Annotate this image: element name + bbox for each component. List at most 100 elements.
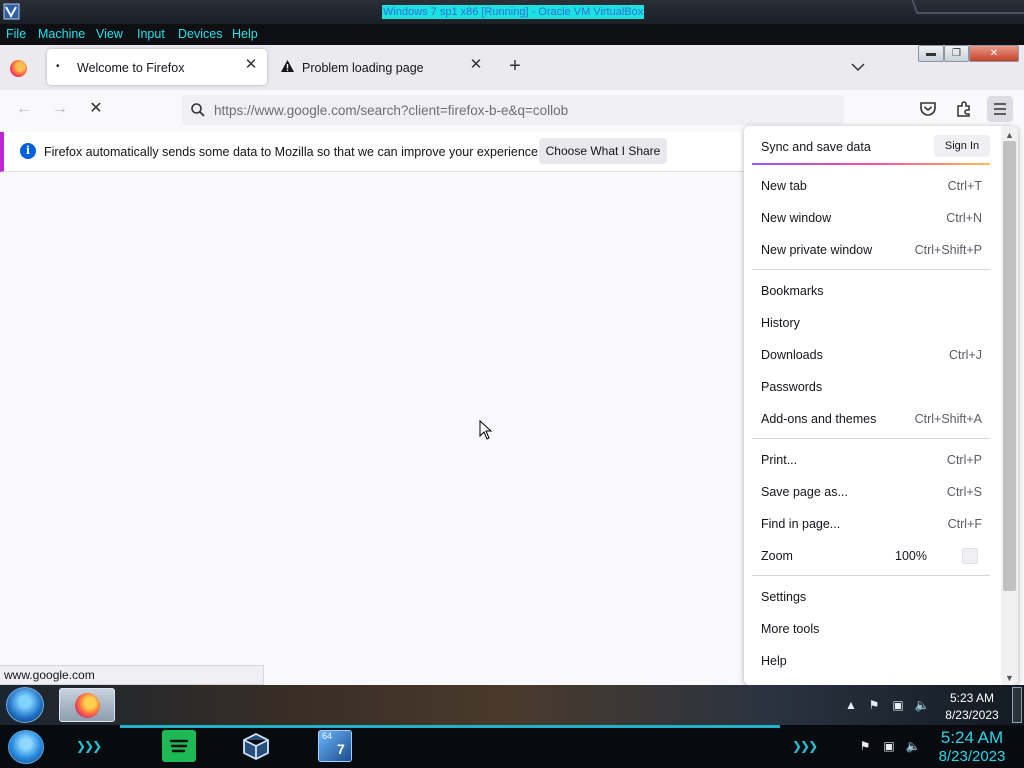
action-center-flag-icon[interactable]: ⚑: [866, 697, 882, 713]
info-icon: i: [20, 143, 36, 159]
forward-arrow-icon[interactable]: →: [49, 98, 71, 120]
menu-item-new-private-window[interactable]: New private window Ctrl+Shift+P: [752, 236, 990, 264]
scroll-down-icon[interactable]: ▼: [1005, 673, 1014, 683]
menu-item-print[interactable]: Print... Ctrl+P: [752, 446, 990, 474]
host-clock-date[interactable]: 8/23/2023: [930, 748, 1014, 765]
volume-icon[interactable]: 🔈: [914, 697, 930, 713]
menu-item-downloads[interactable]: Downloads Ctrl+J: [752, 341, 990, 369]
status-url: www.google.com: [0, 665, 264, 685]
menu-item-shortcut: Ctrl+N: [946, 211, 982, 225]
menu-help[interactable]: Help: [232, 27, 258, 41]
virtualbox-app-button[interactable]: [239, 730, 273, 762]
vm-window-title: Windows 7 sp1 x86 [Running] - Oracle VM …: [382, 5, 645, 19]
menu-input[interactable]: Input: [137, 27, 165, 41]
menu-item-shortcut: Ctrl+T: [947, 179, 982, 193]
menu-item-passwords[interactable]: Passwords: [752, 373, 990, 401]
extensions-puzzle-icon[interactable]: [954, 99, 974, 119]
choose-what-i-share-button[interactable]: Choose What I Share: [539, 138, 667, 164]
menu-item-shortcut: Ctrl+Shift+P: [914, 243, 982, 257]
host-clock-time[interactable]: 5:24 AM: [930, 728, 1014, 748]
scrollbar-thumb[interactable]: [1003, 141, 1016, 591]
chevron-down-icon[interactable]: [850, 59, 866, 75]
decor-chevrons-right-icon: ❯❯❯: [792, 739, 818, 753]
tab-close-icon[interactable]: ✕: [468, 57, 484, 73]
menu-item-history[interactable]: History: [752, 309, 990, 337]
show-hidden-icons-icon[interactable]: ▲: [843, 697, 859, 713]
zoom-value[interactable]: 100%: [895, 549, 927, 563]
menu-item-settings[interactable]: Settings: [752, 583, 990, 611]
minimize-button[interactable]: ▬: [918, 45, 944, 62]
vm-badge-64: 64: [322, 731, 333, 741]
sync-label: Sync and save data: [761, 140, 871, 154]
menu-item-label: Add-ons and themes: [761, 412, 877, 426]
network-icon[interactable]: ▣: [890, 697, 906, 713]
guest-clock-date[interactable]: 8/23/2023: [937, 708, 1007, 722]
hamburger-menu-icon: [994, 103, 1006, 115]
sync-row: Sync and save data Sign In: [752, 132, 990, 160]
windows-start-button[interactable]: [6, 687, 44, 723]
warning-icon: [281, 60, 294, 72]
host-taskbar: ❯❯❯ 64 7 ❯❯❯ ⚑ ▣ 🔈 5:24 AM 8/23/2023: [0, 725, 1024, 768]
menu-item-label: Downloads: [761, 348, 823, 362]
menu-view[interactable]: View: [96, 27, 123, 41]
menu-item-label: Save page as...: [761, 485, 848, 499]
url-input[interactable]: [214, 101, 814, 119]
menu-item-label: Find in page...: [761, 517, 841, 531]
menu-separator: [752, 163, 990, 165]
scroll-up-icon[interactable]: ▲: [1005, 130, 1014, 140]
menu-item-bookmarks[interactable]: Bookmarks: [752, 277, 990, 305]
url-bar[interactable]: [182, 95, 844, 125]
host-network-icon[interactable]: ▣: [881, 738, 897, 754]
menu-item-shortcut: Ctrl+F: [947, 517, 982, 531]
spotify-app-button[interactable]: [162, 730, 196, 762]
notification-bar: i Firefox automatically sends some data …: [0, 132, 760, 172]
menu-item-new-window[interactable]: New window Ctrl+N: [752, 204, 990, 232]
tab-problem-loading-page[interactable]: Problem loading page ✕: [272, 49, 492, 85]
menu-item-shortcut: Ctrl+J: [949, 348, 982, 362]
taskbar-firefox-button[interactable]: [59, 688, 115, 722]
menu-item-label: More tools: [761, 622, 820, 636]
menu-file[interactable]: File: [6, 27, 26, 41]
back-arrow-icon[interactable]: ←: [13, 98, 35, 120]
menu-item-find-in-page[interactable]: Find in page... Ctrl+F: [752, 510, 990, 538]
tab-welcome-to-firefox[interactable]: • Welcome to Firefox ✕: [47, 49, 267, 85]
menu-item-new-tab[interactable]: New tab Ctrl+T: [752, 172, 990, 200]
host-flag-icon[interactable]: ⚑: [857, 738, 873, 754]
menu-machine[interactable]: Machine: [38, 27, 85, 41]
menu-scrollbar[interactable]: ▲ ▼: [1001, 126, 1018, 685]
host-start-button[interactable]: [8, 730, 44, 764]
sign-in-button[interactable]: Sign In: [934, 135, 990, 157]
guest-clock-time[interactable]: 5:23 AM: [937, 691, 1007, 705]
menu-item-more-tools[interactable]: More tools: [752, 615, 990, 643]
box-3d-icon: [243, 732, 269, 761]
tab-close-icon[interactable]: ✕: [243, 57, 259, 73]
menu-item-label: Help: [761, 654, 787, 668]
menu-devices[interactable]: Devices: [178, 27, 222, 41]
vm-window-app-button[interactable]: 64 7: [318, 730, 352, 762]
fullscreen-icon[interactable]: [962, 548, 978, 564]
maximize-button[interactable]: ❐: [944, 45, 969, 62]
host-volume-icon[interactable]: 🔈: [905, 738, 921, 754]
menu-item-shortcut: Ctrl+S: [946, 485, 982, 499]
taskbar-accent-line: [120, 725, 780, 728]
close-window-button[interactable]: ✕: [969, 45, 1019, 62]
zoom-row: Zoom 100%: [752, 542, 990, 570]
menu-item-label: Print...: [761, 453, 798, 467]
vm-title-bar: Windows 7 sp1 x86 [Running] - Oracle VM …: [0, 0, 1024, 24]
menu-item-label: History: [761, 316, 800, 330]
menu-item-shortcut: Ctrl+Shift+A: [914, 412, 982, 426]
firefox-view-icon[interactable]: [10, 60, 27, 77]
stop-loading-icon[interactable]: ✕: [85, 98, 107, 120]
menu-item-label: Bookmarks: [761, 284, 824, 298]
menu-item-addons-and-themes[interactable]: Add-ons and themes Ctrl+Shift+A: [752, 405, 990, 433]
menu-item-help[interactable]: Help: [752, 647, 990, 675]
pocket-icon[interactable]: [918, 99, 938, 119]
new-tab-plus-icon[interactable]: +: [505, 56, 525, 77]
menu-item-label: New window: [761, 211, 832, 225]
vm-badge-7: 7: [337, 741, 345, 757]
app-menu-panel: Sync and save data Sign In New tab Ctrl+…: [744, 126, 1018, 685]
app-menu-button[interactable]: [987, 96, 1013, 122]
menu-item-save-page-as[interactable]: Save page as... Ctrl+S: [752, 478, 990, 506]
show-desktop-button[interactable]: [1012, 687, 1022, 723]
vm-menu-bar: File Machine View Input Devices Help: [0, 24, 1024, 45]
